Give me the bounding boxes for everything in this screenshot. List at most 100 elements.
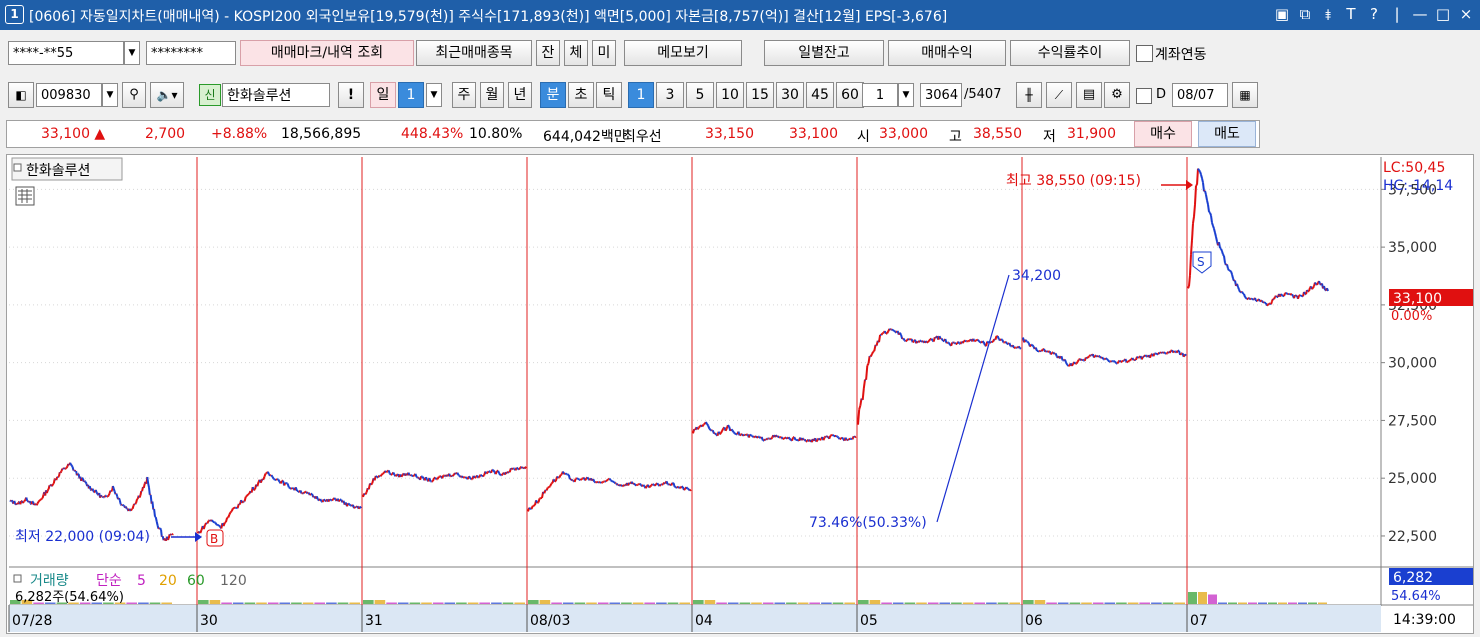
count-input[interactable]: 1 — [862, 83, 898, 107]
unfilled-button[interactable]: 미 — [592, 40, 616, 66]
price-series-segment — [1206, 195, 1207, 200]
daily-dropdown-icon[interactable]: ▼ — [426, 83, 442, 107]
interval-45-button[interactable]: 45 — [806, 82, 834, 108]
interval-10-button[interactable]: 10 — [716, 82, 744, 108]
volume-bar — [763, 603, 774, 605]
price-series-segment — [413, 476, 414, 477]
daily-button[interactable]: 일 — [370, 82, 396, 108]
interval-5-button[interactable]: 5 — [686, 82, 714, 108]
price-series-segment — [1215, 233, 1216, 237]
volume-bar — [126, 603, 137, 605]
memo-button[interactable]: 메모보기 — [624, 40, 742, 66]
balance-button[interactable]: 잔 — [536, 40, 560, 66]
chart-area[interactable]: 37,50035,00032,50030,00027,50025,00022,5… — [6, 154, 1474, 634]
price-series-segment — [1025, 340, 1026, 342]
time-label: 14:39:00 — [1393, 612, 1456, 628]
interval-3-button[interactable]: 3 — [656, 82, 684, 108]
price-series-segment — [1121, 361, 1122, 362]
mark-query-button[interactable]: 매매마크/내역 조회 — [240, 40, 414, 66]
bars-shown-input[interactable]: 3064 — [920, 83, 962, 107]
candle-type-icon[interactable]: ╫ — [1016, 82, 1042, 108]
search-icon[interactable]: ⚲ — [122, 82, 146, 108]
executed-button[interactable]: 체 — [564, 40, 588, 66]
window-number[interactable]: 1 — [5, 5, 24, 24]
interval-1-button[interactable]: 1 — [628, 82, 654, 108]
password-field[interactable]: ******** — [146, 41, 236, 65]
price-series-segment — [97, 492, 98, 494]
monthly-button[interactable]: 월 — [480, 82, 504, 108]
draw-line-icon[interactable]: ⟋ — [1046, 82, 1072, 108]
interval-60-button[interactable]: 60 — [836, 82, 864, 108]
price-series-segment — [611, 480, 612, 481]
second-button[interactable]: 초 — [568, 82, 594, 108]
stock-name-field[interactable]: 한화솔루션 — [222, 83, 330, 107]
save-icon[interactable]: ▤ — [1076, 82, 1102, 108]
y-tick-label: 35,000 — [1388, 240, 1437, 256]
daily-count-button[interactable]: 1 — [398, 82, 424, 108]
data-table-icon[interactable] — [16, 187, 34, 205]
restore-icon[interactable]: ⧉ — [1297, 5, 1313, 30]
price-series-segment — [974, 341, 975, 342]
price-chart-svg[interactable]: 37,50035,00032,50030,00027,50025,00022,5… — [7, 155, 1473, 633]
yearly-button[interactable]: 년 — [508, 82, 532, 108]
account-dropdown-icon[interactable]: ▼ — [124, 41, 140, 65]
pin-icon[interactable]: ⯒ — [1320, 5, 1336, 30]
price-series-segment — [816, 440, 817, 442]
help-icon[interactable]: ? — [1366, 5, 1382, 30]
tick-button[interactable]: 틱 — [596, 82, 622, 108]
price-series-segment — [82, 478, 83, 479]
buy-button[interactable]: 매수 — [1134, 121, 1192, 147]
price-series-segment — [606, 480, 607, 482]
code-dropdown-icon[interactable]: ▼ — [102, 83, 118, 107]
price-series-segment — [144, 484, 145, 488]
price-series-segment — [766, 438, 767, 439]
price-series-segment — [1216, 237, 1217, 242]
sell-button[interactable]: 매도 — [1198, 121, 1256, 147]
calendar-icon[interactable]: ▦ — [1232, 82, 1258, 108]
volume-bar — [421, 603, 432, 605]
minimize-icon[interactable]: — — [1412, 5, 1428, 30]
ma-20: 20 — [159, 573, 177, 589]
price-series-segment — [1150, 355, 1151, 358]
account-link-checkbox[interactable] — [1136, 45, 1153, 62]
layout-icon[interactable]: ▣ — [1274, 5, 1290, 30]
price-series-segment — [529, 508, 530, 509]
price-series-segment — [401, 475, 402, 477]
minute-button[interactable]: 분 — [540, 82, 566, 108]
price-series-segment — [1274, 297, 1275, 300]
volume-bar — [456, 603, 467, 605]
close-icon[interactable]: × — [1458, 5, 1474, 30]
recent-trades-button[interactable]: 최근매매종목 — [416, 40, 532, 66]
alert-button[interactable]: ! — [338, 82, 364, 108]
date-input[interactable]: 08/07 — [1172, 83, 1228, 107]
price-series-segment — [1276, 296, 1277, 297]
daily-balance-button[interactable]: 일별잔고 — [764, 40, 884, 66]
speaker-icon[interactable]: 🔈▾ — [150, 82, 184, 108]
price-series-segment — [381, 475, 382, 476]
return-trend-button[interactable]: 수익률추이 — [1010, 40, 1130, 66]
weekly-button[interactable]: 주 — [452, 82, 476, 108]
date-checkbox[interactable] — [1136, 88, 1152, 104]
trade-profit-button[interactable]: 매매수익 — [888, 40, 1006, 66]
price-series-segment — [578, 479, 579, 480]
volume-bar — [575, 603, 586, 605]
price-series-segment — [706, 422, 707, 424]
interval-15-button[interactable]: 15 — [746, 82, 774, 108]
price-series-segment — [442, 476, 443, 479]
font-icon[interactable]: T — [1343, 5, 1359, 30]
price-series-segment — [790, 439, 791, 440]
price-series-segment — [1315, 283, 1316, 285]
chart-panel-icon[interactable]: ◧ — [8, 82, 34, 108]
volume-bar — [1248, 603, 1257, 605]
price-series-segment — [41, 499, 42, 500]
count-dropdown-icon[interactable]: ▼ — [898, 83, 914, 107]
maximize-icon[interactable]: □ — [1435, 5, 1451, 30]
price-series-segment — [137, 499, 138, 500]
stock-code-input[interactable]: 009830 — [36, 83, 102, 107]
settings-gear-icon[interactable]: ⚙ — [1104, 82, 1130, 108]
price-series-segment — [928, 341, 929, 342]
price-series-segment — [217, 525, 218, 526]
account-select[interactable]: ****-**55 — [8, 41, 124, 65]
volume-bar — [693, 600, 704, 604]
interval-30-button[interactable]: 30 — [776, 82, 804, 108]
